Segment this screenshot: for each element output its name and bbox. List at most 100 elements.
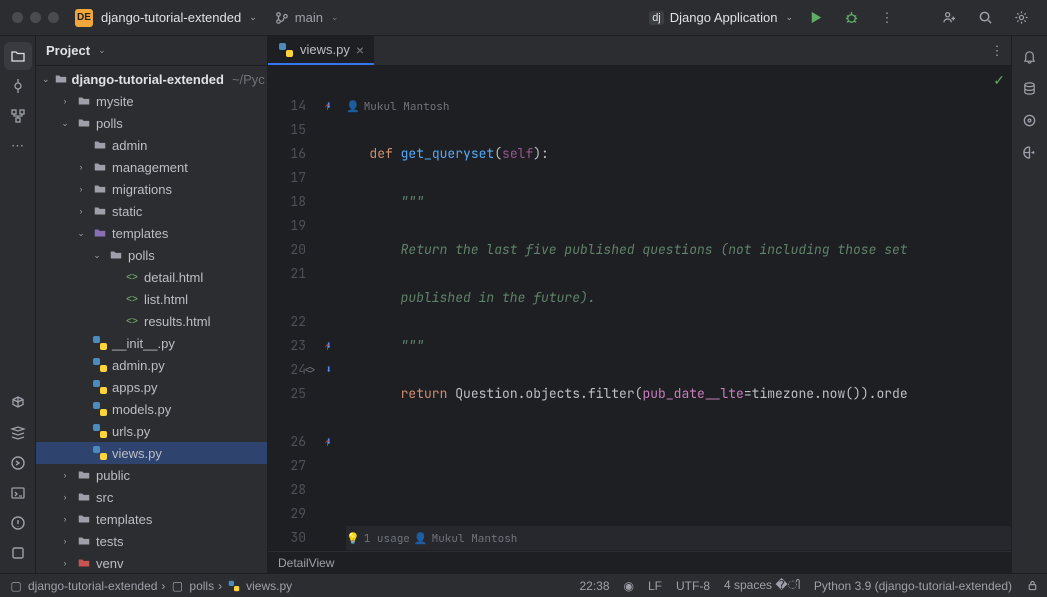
services-icon[interactable] [4,419,32,447]
chevron-down-icon: ⌄ [331,12,339,23]
tree-twisty[interactable]: › [74,162,88,172]
settings-icon[interactable] [1007,4,1035,32]
override-icon[interactable]: ⬇ [325,358,332,382]
tree-node-migrations[interactable]: ›migrations [36,178,267,200]
tree-label: static [112,204,142,219]
chevron-down-icon[interactable]: ⌄ [98,45,106,56]
more-tool-icon[interactable]: ⋯ [4,132,32,160]
tree-node-urls-py[interactable]: urls.py [36,420,267,442]
indent[interactable]: 4 spaces �ി [724,578,800,593]
project-name: django-tutorial-extended [101,10,241,25]
status-bar: ▢django-tutorial-extended › ▢polls › vie… [0,573,1047,597]
tree-node-detail-html[interactable]: <>detail.html [36,266,267,288]
project-sidebar: Project ⌄ ⌄ django-tutorial-extended ~/P… [36,36,268,573]
tree-root[interactable]: ⌄ django-tutorial-extended ~/Pyc [36,68,267,90]
notifications-icon[interactable] [1016,42,1044,70]
tree-twisty[interactable]: ⌄ [58,118,72,129]
database-icon[interactable] [1016,74,1044,102]
root-path: ~/Pyc [232,72,265,87]
code-editor[interactable]: ✓ 14⬇↑151617181920212223⬇↑24<>⬇2526⬇↑272… [268,66,1011,551]
tree-twisty[interactable]: › [58,514,72,524]
tree-node-results-html[interactable]: <>results.html [36,310,267,332]
template-icon[interactable]: <> [304,358,316,382]
tree-node-admin-py[interactable]: admin.py [36,354,267,376]
close-window[interactable] [12,12,23,23]
tree-node-polls[interactable]: ⌄polls [36,244,267,266]
search-everywhere-icon[interactable] [971,4,999,32]
tree-twisty[interactable]: ⌄ [42,74,50,85]
python-console-icon[interactable] [4,449,32,477]
reader-mode-icon[interactable]: ◉ [624,579,634,593]
code-with-me-icon[interactable] [935,4,963,32]
python-packages-icon[interactable] [4,389,32,417]
folder-icon [108,247,124,263]
tree-node-templates[interactable]: ⌄templates [36,222,267,244]
tree-node-public[interactable]: ›public [36,464,267,486]
manage-py-icon[interactable] [1016,138,1044,166]
right-toolbar [1011,36,1047,573]
project-tool-icon[interactable] [4,42,32,70]
cursor-position[interactable]: 22:38 [579,579,609,593]
line-ending[interactable]: LF [648,579,662,593]
tree-label: detail.html [144,270,203,285]
tab-more-icon[interactable]: ⋮ [983,36,1011,65]
tree-node-tests[interactable]: ›tests [36,530,267,552]
html-icon: <> [124,313,140,329]
problems-icon[interactable] [4,509,32,537]
tree-node-apps-py[interactable]: apps.py [36,376,267,398]
file-tree[interactable]: ⌄ django-tutorial-extended ~/Pyc ›mysite… [36,66,267,573]
endpoints-icon[interactable] [1016,106,1044,134]
override-icon[interactable]: ⬇↑ [325,94,332,118]
titlebar: DE django-tutorial-extended ⌄ main ⌄ dj … [0,0,1047,36]
interpreter[interactable]: Python 3.9 (django-tutorial-extended) [814,579,1012,593]
tree-twisty[interactable]: › [74,206,88,216]
py-icon [92,401,108,417]
tab-label: views.py [300,42,350,57]
override-icon[interactable]: ⬇↑ [325,430,332,454]
tree-node-polls[interactable]: ⌄polls [36,112,267,134]
tree-twisty[interactable]: › [58,470,72,480]
maximize-window[interactable] [48,12,59,23]
run-button[interactable] [801,4,829,32]
debug-button[interactable] [837,4,865,32]
minimize-window[interactable] [30,12,41,23]
close-tab-icon[interactable]: × [356,42,364,58]
py-icon [92,379,108,395]
tree-node-mysite[interactable]: ›mysite [36,90,267,112]
lock-icon[interactable] [1026,579,1039,592]
structure-tool-icon[interactable] [4,102,32,130]
run-config-selector[interactable]: dj Django Application ⌄ [649,10,793,25]
tree-node-static[interactable]: › static [36,200,267,222]
tree-twisty[interactable]: ⌄ [74,228,88,239]
tree-twisty[interactable]: › [74,184,88,194]
tree-node-venv[interactable]: ›venv [36,552,267,573]
tree-node-management[interactable]: › management [36,156,267,178]
tree-node-models-py[interactable]: models.py [36,398,267,420]
tab-views-py[interactable]: views.py × [268,36,374,65]
tree-node-admin[interactable]: admin [36,134,267,156]
terminal-icon[interactable] [4,479,32,507]
tree-twisty[interactable]: › [58,558,72,568]
tree-node-templates[interactable]: ›templates [36,508,267,530]
more-actions-button[interactable]: ⋮ [873,4,901,32]
tree-node-__init__-py[interactable]: __init__.py [36,332,267,354]
tree-node-src[interactable]: ›src [36,486,267,508]
branch-selector[interactable]: main ⌄ [275,10,339,25]
nav-breadcrumb[interactable]: ▢django-tutorial-extended › ▢polls › vie… [8,578,292,594]
folder-icon [92,225,108,241]
tree-twisty[interactable]: ⌄ [90,250,104,261]
project-selector[interactable]: django-tutorial-extended ⌄ [101,10,257,25]
tree-twisty[interactable]: › [58,536,72,546]
tree-node-list-html[interactable]: <>list.html [36,288,267,310]
encoding[interactable]: UTF-8 [676,579,710,593]
code-content[interactable]: 👤 Mukul Mantosh def get_queryset(self): … [338,66,1011,551]
chevron-down-icon: ⌄ [249,12,257,23]
tree-label: management [112,160,188,175]
tree-twisty[interactable]: › [58,492,72,502]
editor-breadcrumb[interactable]: DetailView [268,551,1011,573]
tree-twisty[interactable]: › [58,96,72,106]
vcs-icon[interactable] [4,539,32,567]
tree-node-views-py[interactable]: views.py [36,442,267,464]
override-icon[interactable]: ⬇↑ [325,334,332,358]
commit-tool-icon[interactable] [4,72,32,100]
